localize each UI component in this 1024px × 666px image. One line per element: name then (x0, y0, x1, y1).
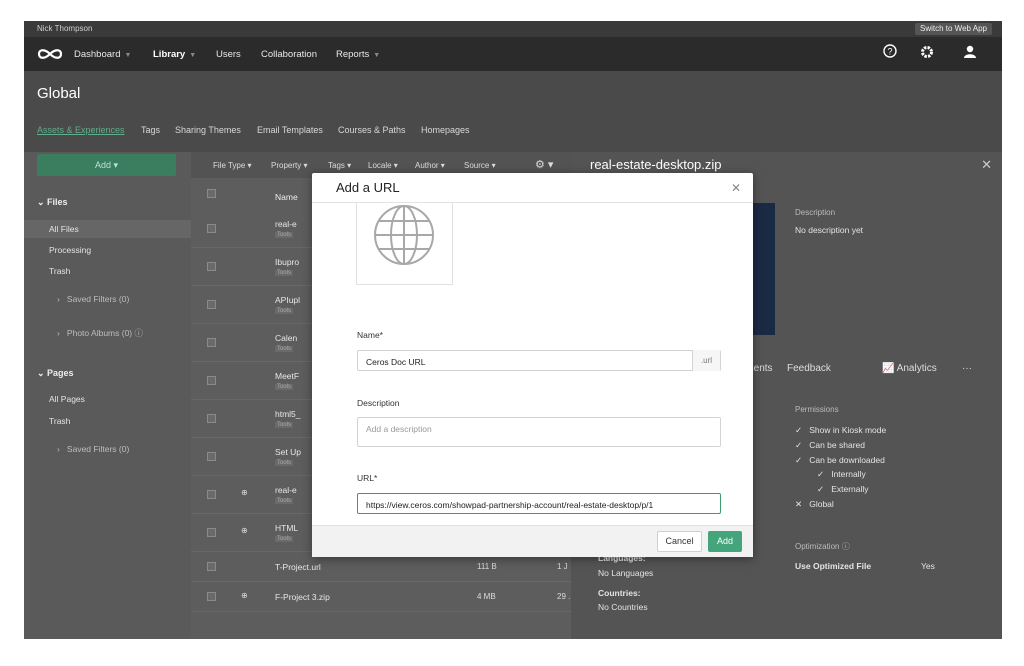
permission-item: ✓ Can be downloaded (795, 455, 885, 465)
use-optimized-value: Yes (921, 561, 935, 571)
cancel-button[interactable]: Cancel (657, 531, 702, 552)
sidebar-item-trash[interactable]: Trash (49, 266, 70, 276)
tab-email-templates[interactable]: Email Templates (257, 125, 323, 135)
countries-value: No Countries (598, 602, 648, 612)
sidebar-item-all-files[interactable]: All Files (24, 220, 191, 238)
permission-item: ✓ Externally (817, 484, 869, 494)
permission-item: ✓ Can be shared (795, 440, 865, 450)
row-checkbox[interactable] (207, 338, 216, 347)
permission-item: ✕ Global (795, 499, 834, 509)
table-row[interactable]: ⊕ F-Project 3.zip 4 MB 29 . (191, 582, 571, 612)
name-field[interactable]: Ceros Doc URL .url (357, 350, 721, 371)
close-icon[interactable]: ✕ (981, 157, 992, 173)
nav-collaboration[interactable]: Collaboration (261, 49, 317, 60)
row-checkbox[interactable] (207, 490, 216, 499)
dialog-footer: Cancel Add (312, 525, 753, 557)
link-icon: ⊕ (241, 526, 248, 535)
chevron-down-icon: ▼ (189, 52, 197, 59)
url-field[interactable]: https://view.ceros.com/showpad-partnersh… (357, 493, 721, 514)
top-strip: Nick Thompson Switch to Web App (24, 21, 1002, 37)
app-frame: Nick Thompson Switch to Web App Dashboar… (24, 21, 1002, 639)
files-heading[interactable]: ⌄ Files (37, 197, 68, 208)
gear-icon[interactable] (919, 44, 935, 63)
sidebar-item-saved-filters[interactable]: › Saved Filters (0) (57, 294, 129, 304)
sidebar-item-processing[interactable]: Processing (49, 245, 91, 255)
dialog-title: Add a URL (336, 180, 400, 195)
details-title: real-estate-desktop.zip (590, 157, 722, 172)
logo-icon[interactable] (36, 46, 64, 62)
sidebar-item-pages-trash[interactable]: Trash (49, 416, 70, 426)
analytics-icon: 📈 (882, 363, 895, 374)
row-checkbox[interactable] (207, 562, 216, 571)
add-url-button[interactable]: Add (708, 531, 742, 552)
globe-icon (374, 205, 434, 265)
sidebar-item-photo-albums[interactable]: › Photo Albums (0) ⓘ (57, 327, 143, 339)
user-icon[interactable] (962, 44, 978, 63)
tab-homepages[interactable]: Homepages (421, 125, 470, 135)
pages-heading[interactable]: ⌄ Pages (37, 368, 74, 379)
url-thumbnail (356, 203, 453, 285)
permission-item: ✓ Internally (817, 469, 866, 479)
languages-value: No Languages (598, 568, 654, 578)
nav-users[interactable]: Users (216, 49, 241, 60)
nav-reports[interactable]: Reports ▼ (336, 49, 380, 60)
row-checkbox[interactable] (207, 528, 216, 537)
nav-dashboard[interactable]: Dashboard ▼ (74, 49, 131, 60)
more-options-icon[interactable]: ··· (962, 363, 972, 374)
nav-library[interactable]: Library ▼ (153, 49, 196, 60)
countries-label: Countries: (598, 588, 641, 598)
sidebar-item-all-pages[interactable]: All Pages (49, 394, 85, 404)
navbar: Dashboard ▼ Library ▼ Users Collaboration … (24, 37, 1002, 71)
name-suffix: .url (692, 350, 720, 371)
tab-feedback[interactable]: Feedback (787, 363, 831, 374)
filter-file-type[interactable]: File Type ▾ (213, 161, 252, 170)
filter-locale[interactable]: Locale ▾ (368, 161, 398, 170)
sidebar-item-pages-saved-filters[interactable]: › Saved Filters (0) (57, 444, 129, 454)
chevron-down-icon: ▼ (124, 52, 132, 59)
row-checkbox[interactable] (207, 376, 216, 385)
description-value: No description yet (795, 225, 864, 235)
filter-tags[interactable]: Tags ▾ (328, 161, 351, 170)
sidebar: Add ▾ ⌄ Files All Files Processing Trash… (24, 152, 191, 639)
description-field[interactable]: Add a description (357, 417, 721, 447)
help-icon[interactable]: ? (883, 44, 897, 61)
tab-analytics[interactable]: 📈 Analytics (882, 363, 937, 374)
tab-tags[interactable]: Tags (141, 125, 160, 135)
add-url-dialog: Add a URL ✕ Name* Ceros Doc URL .url Des… (312, 173, 753, 557)
dialog-header: Add a URL ✕ (312, 173, 753, 203)
row-checkbox[interactable] (207, 592, 216, 601)
tab-sharing-themes[interactable]: Sharing Themes (175, 125, 241, 135)
row-checkbox[interactable] (207, 224, 216, 233)
switch-to-web-app-button[interactable]: Switch to Web App (915, 23, 992, 35)
add-button[interactable]: Add ▾ (37, 154, 176, 176)
filter-author[interactable]: Author ▾ (415, 161, 445, 170)
page-title: Global (37, 85, 81, 102)
filter-source[interactable]: Source ▾ (464, 161, 496, 170)
tab-courses-paths[interactable]: Courses & Paths (338, 125, 406, 135)
optimization-label: Optimization ⓘ (795, 542, 850, 551)
description-label: Description (357, 398, 400, 408)
url-label: URL* (357, 473, 378, 483)
select-all-checkbox[interactable] (207, 189, 216, 198)
svg-text:?: ? (887, 47, 892, 57)
tab-assets[interactable]: Assets & Experiences (37, 125, 125, 135)
close-icon[interactable]: ✕ (731, 181, 741, 195)
row-checkbox[interactable] (207, 262, 216, 271)
filter-property[interactable]: Property ▾ (271, 161, 307, 170)
row-checkbox[interactable] (207, 414, 216, 423)
user-name: Nick Thompson (37, 24, 93, 33)
use-optimized-label: Use Optimized File (795, 561, 872, 571)
permissions-label: Permissions (795, 405, 839, 414)
chevron-down-icon: ▼ (373, 52, 381, 59)
row-checkbox[interactable] (207, 300, 216, 309)
gear-icon[interactable]: ⚙ ▾ (535, 158, 553, 171)
name-label: Name* (357, 330, 383, 340)
permission-item: ✓ Show in Kiosk mode (795, 425, 887, 435)
row-checkbox[interactable] (207, 452, 216, 461)
link-icon: ⊕ (241, 488, 248, 497)
description-label: Description (795, 208, 836, 217)
name-column-header[interactable]: Name (275, 192, 298, 202)
page-header: Global Assets & Experiences Tags Sharing… (24, 71, 1002, 152)
link-icon: ⊕ (241, 591, 248, 600)
